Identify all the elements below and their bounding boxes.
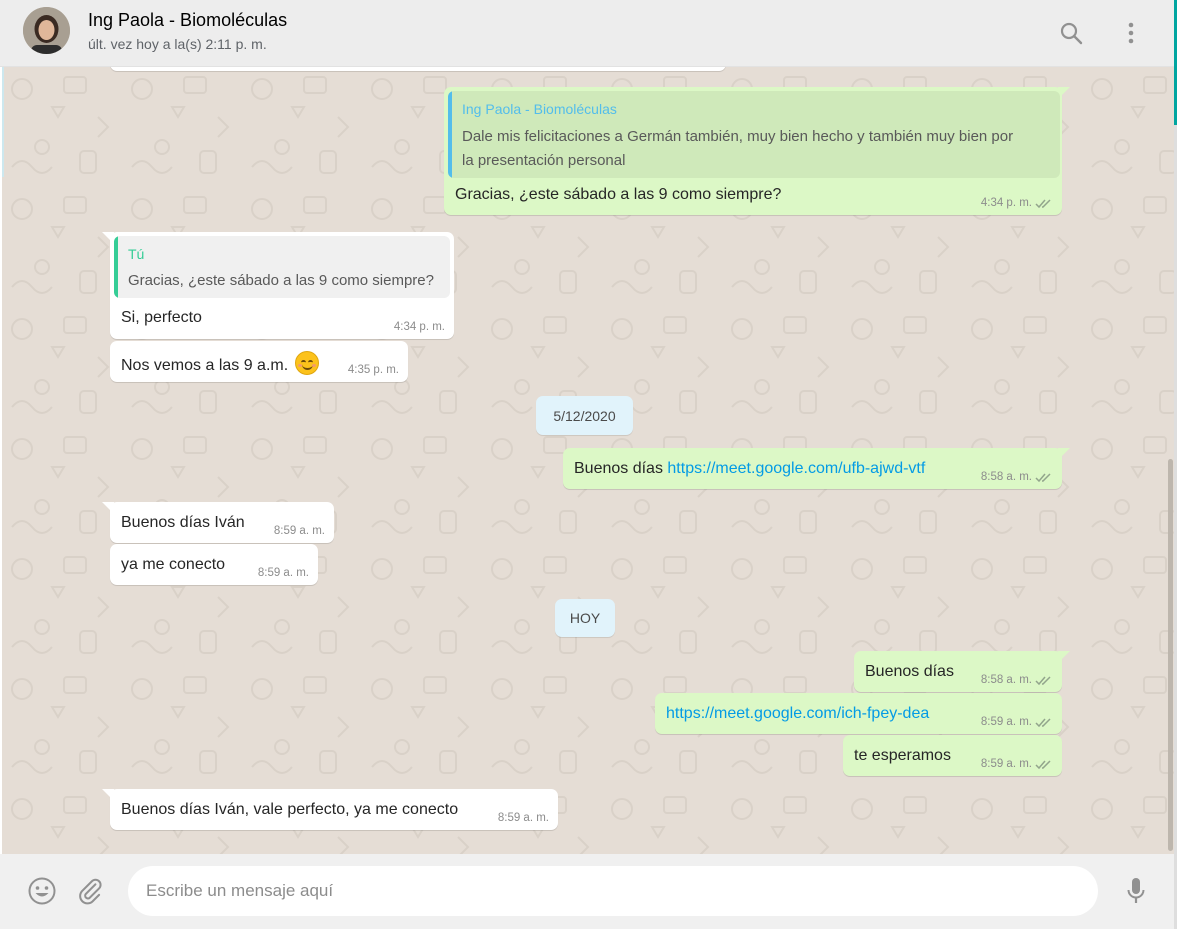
message-meta: 4:34 p. m. (981, 197, 1053, 209)
quoted-text: Dale mis felicitaciones a Germán también… (462, 128, 1014, 169)
message-text: ya me conecto (121, 556, 226, 573)
double-check-icon (1035, 759, 1051, 769)
message-meta: 8:59 a. m. (981, 716, 1053, 728)
partial-message-bubble (110, 67, 726, 71)
message-text: Nos vemos a las 9 a.m. (121, 351, 319, 375)
message-meta: 4:35 p. m. (348, 364, 399, 376)
message-time: 4:34 p. m. (393, 321, 445, 333)
message-meta: 8:58 a. m. (981, 471, 1053, 483)
message-text: https://meet.google.com/ich-fpey-dea (666, 705, 929, 723)
meet-link[interactable]: https://meet.google.com/ufb-ajwd-vtf (667, 460, 925, 477)
double-check-icon (1035, 198, 1051, 208)
more-vertical-icon[interactable] (1116, 18, 1146, 48)
message-bubble-outgoing[interactable]: Ing Paola - Biomoléculas Dale mis felici… (444, 87, 1070, 215)
message-bubble-outgoing[interactable]: te esperamos 8:59 a. m. (843, 735, 1062, 776)
bubble-tail (102, 502, 114, 514)
message-bubble-incoming[interactable]: Tú Gracias, ¿este sábado a las 9 como si… (102, 232, 454, 339)
double-check-icon (1035, 675, 1051, 685)
message-text: Si, perfecto (121, 309, 202, 326)
date-divider: HOY (555, 599, 615, 637)
quoted-author: Tú (128, 246, 145, 262)
message-input[interactable] (128, 866, 1098, 916)
message-bubble-outgoing[interactable]: https://meet.google.com/ich-fpey-dea 8:5… (655, 693, 1062, 734)
date-divider: 5/12/2020 (536, 396, 633, 435)
message-time: 8:59 a. m. (497, 812, 549, 824)
message-meta: 8:59 a. m. (258, 567, 309, 579)
message-time: 8:58 a. m. (980, 471, 1032, 483)
message-meta: 4:34 p. m. (394, 321, 445, 333)
message-text: te esperamos (854, 747, 951, 764)
meet-link[interactable]: https://meet.google.com/ich-fpey-dea (666, 705, 929, 722)
message-text: Buenos días Iván, vale perfecto, ya me c… (121, 801, 459, 818)
message-text: Gracias, ¿este sábado a las 9 como siemp… (455, 186, 782, 203)
message-time: 8:59 a. m. (273, 525, 325, 537)
message-bubble-outgoing[interactable]: Buenos días 8:58 a. m. (854, 651, 1070, 692)
message-meta: 8:59 a. m. (981, 758, 1053, 770)
message-time: 8:59 a. m. (257, 567, 309, 579)
whatsapp-window: Ing Paola - Biomoléculas últ. vez hoy a … (0, 0, 1177, 929)
bubble-tail (1058, 651, 1070, 663)
contact-name[interactable]: Ing Paola - Biomoléculas (88, 10, 287, 31)
bubble-tail (1058, 448, 1070, 460)
quoted-message[interactable]: Ing Paola - Biomoléculas Dale mis felici… (448, 91, 1060, 178)
bubble-tail (102, 232, 114, 244)
double-check-icon (1035, 717, 1051, 727)
chat-header: Ing Paola - Biomoléculas últ. vez hoy a … (0, 0, 1174, 67)
composer-bar (0, 854, 1174, 929)
message-time: 8:59 a. m. (980, 716, 1032, 728)
message-meta: 8:59 a. m. (498, 812, 549, 824)
message-text: Buenos días https://meet.google.com/ufb-… (574, 460, 926, 477)
emoji-icon[interactable] (25, 874, 59, 908)
message-text: Buenos días (865, 663, 954, 680)
message-bubble-incoming[interactable]: Buenos días Iván 8:59 a. m. (102, 502, 334, 543)
message-list[interactable]: Ing Paola - Biomoléculas Dale mis felici… (2, 67, 1174, 854)
chat-scrollbar[interactable] (1168, 459, 1173, 851)
double-check-icon (1035, 472, 1051, 482)
message-time: 4:34 p. m. (980, 197, 1032, 209)
message-meta: 8:59 a. m. (274, 525, 325, 537)
message-bubble-incoming[interactable]: ya me conecto 8:59 a. m. (110, 544, 318, 585)
chat-edge-highlight (2, 67, 4, 177)
attach-icon[interactable] (74, 874, 108, 908)
quoted-text: Gracias, ¿este sábado a las 9 como siemp… (128, 272, 434, 289)
bubble-tail (102, 789, 114, 801)
message-bubble-incoming[interactable]: Buenos días Iván, vale perfecto, ya me c… (102, 789, 558, 830)
message-bubble-outgoing[interactable]: Buenos días https://meet.google.com/ufb-… (563, 448, 1070, 489)
message-time: 4:35 p. m. (347, 364, 399, 376)
message-meta: 8:58 a. m. (981, 674, 1053, 686)
smiling-face-icon (294, 351, 319, 375)
contact-avatar[interactable] (23, 7, 70, 54)
message-text: Buenos días Iván (121, 514, 245, 531)
message-time: 8:59 a. m. (980, 758, 1032, 770)
last-seen-status: últ. vez hoy a la(s) 2:11 p. m. (88, 36, 267, 52)
search-icon[interactable] (1056, 18, 1086, 48)
quoted-message[interactable]: Tú Gracias, ¿este sábado a las 9 como si… (114, 236, 450, 298)
microphone-icon[interactable] (1119, 874, 1153, 908)
message-time: 8:58 a. m. (980, 674, 1032, 686)
message-bubble-incoming[interactable]: Nos vemos a las 9 a.m. 4:35 p. m. (110, 341, 408, 382)
quoted-author: Ing Paola - Biomoléculas (462, 101, 617, 117)
